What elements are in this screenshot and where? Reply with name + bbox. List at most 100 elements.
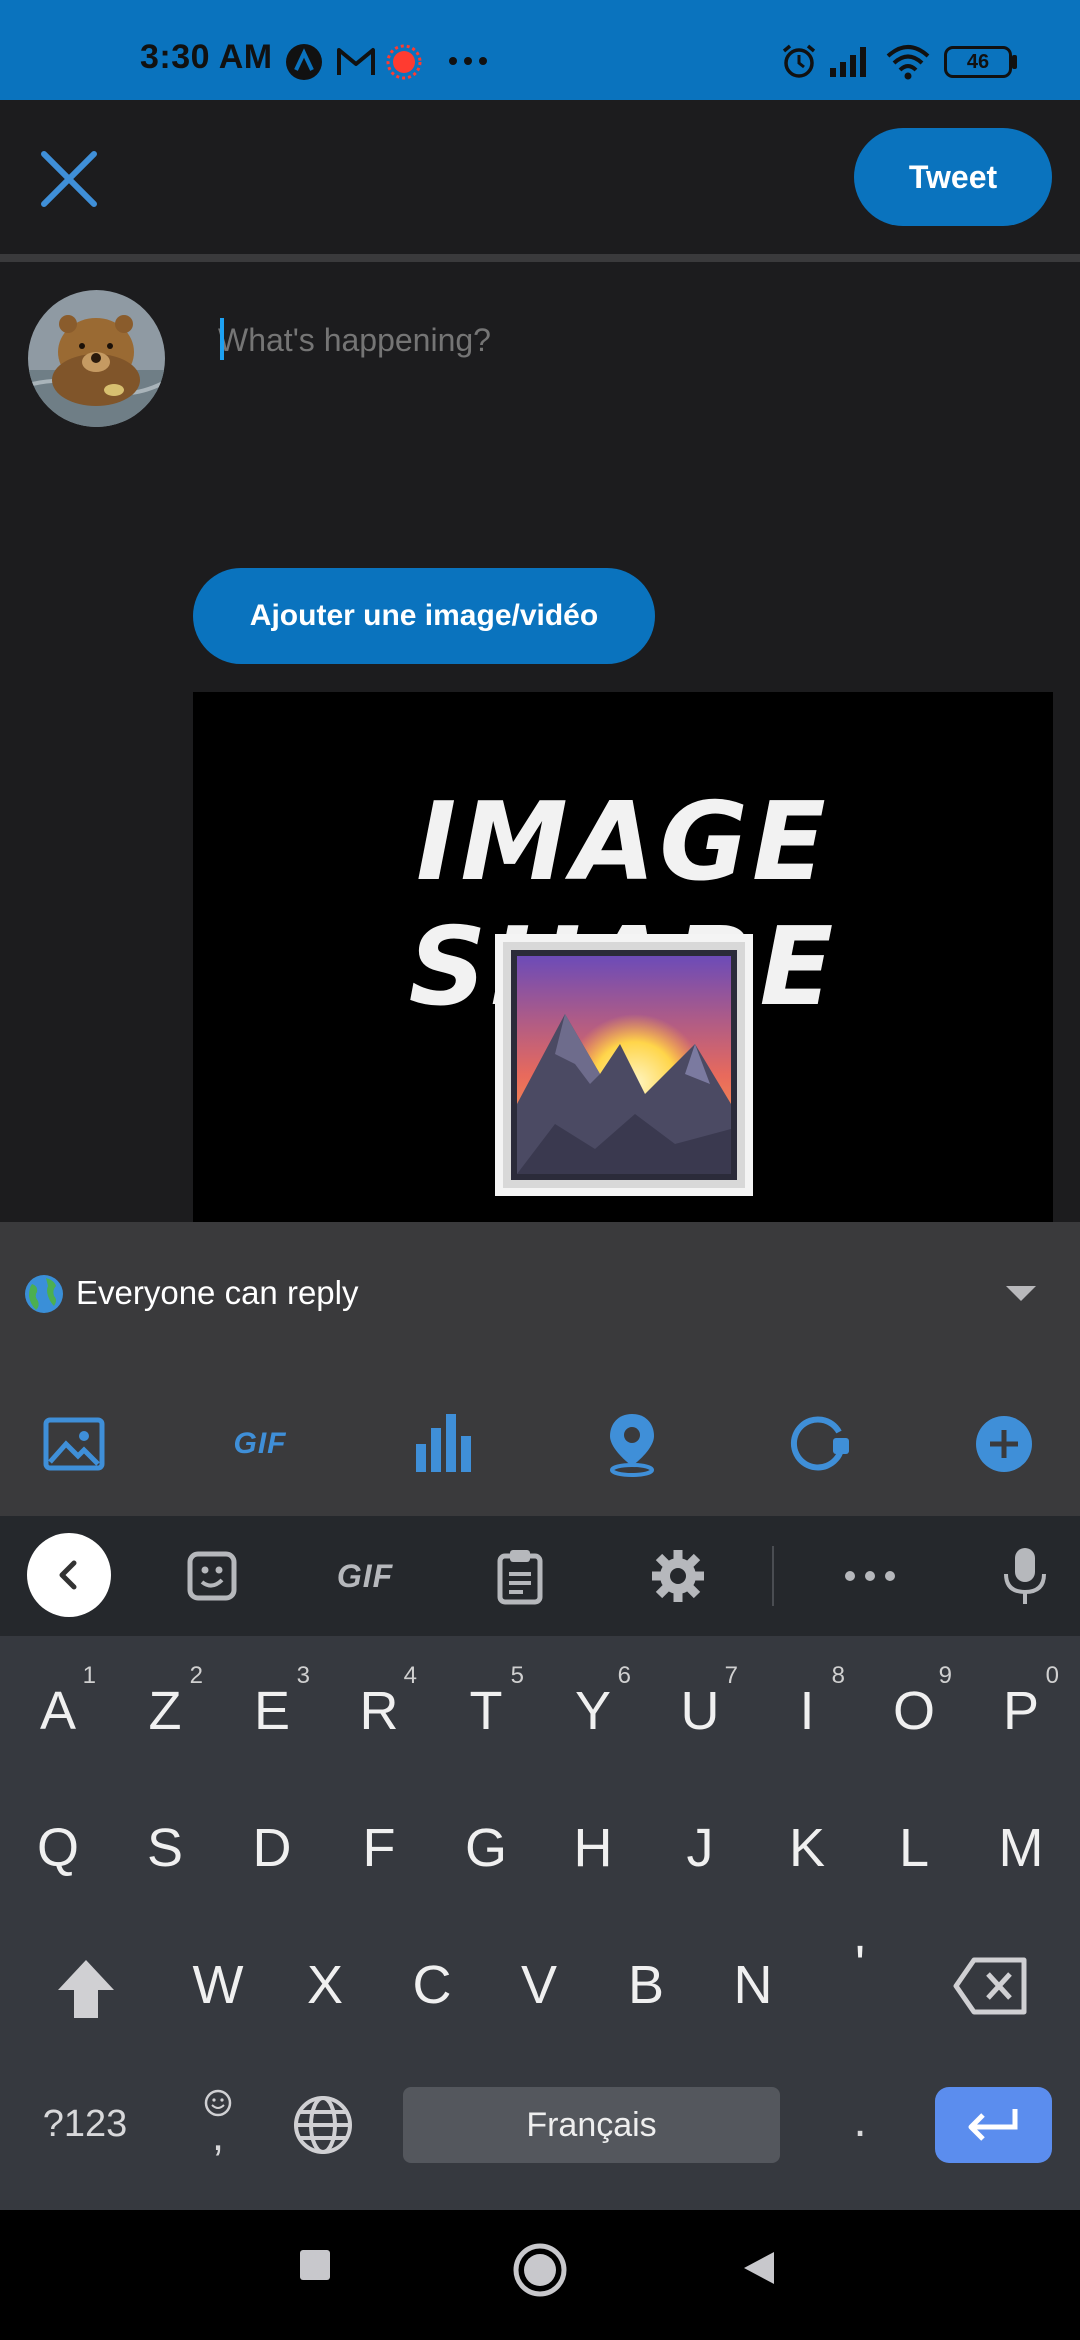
add-media-button[interactable]: Ajouter une image/vidéo [193, 568, 655, 664]
back-triangle-icon[interactable] [740, 2248, 780, 2288]
image-icon[interactable] [40, 1410, 108, 1478]
back-icon[interactable] [27, 1533, 111, 1617]
enter-key[interactable] [935, 2087, 1052, 2163]
key-label: R [359, 1681, 399, 1741]
settings-icon[interactable] [648, 1546, 708, 1606]
clipboard-icon[interactable] [490, 1546, 550, 1606]
key-i[interactable]: I8 [757, 1656, 857, 1766]
key-hint: 7 [724, 1662, 738, 1689]
key-w[interactable]: W [168, 1930, 268, 2040]
tweet-text-input[interactable] [218, 315, 1038, 365]
battery-icon: 46 [944, 46, 1012, 78]
gmail-icon [337, 48, 375, 75]
key-hint: 5 [510, 1662, 524, 1689]
key-v[interactable]: V [489, 1930, 589, 2040]
alarm-icon [782, 44, 816, 78]
key-u[interactable]: U7 [650, 1656, 750, 1766]
symbols-key[interactable]: ?123 [20, 2086, 150, 2162]
globe-icon [25, 1275, 63, 1313]
keyboard: A1 Z2 E3 R4 T5 Y6 U7 I8 O9 P0 Q S D F G … [0, 1636, 1080, 2210]
backspace-icon[interactable] [952, 1954, 1030, 2018]
reply-settings-bar[interactable]: Everyone can reply [0, 1222, 1080, 1372]
compose-toolbar: GIF [0, 1372, 1080, 1516]
key-hint: 0 [1045, 1662, 1059, 1689]
reply-setting-label: Everyone can reply [76, 1274, 359, 1311]
key-label: P [1002, 1681, 1040, 1741]
key-label: T [469, 1681, 503, 1741]
key-k[interactable]: K [757, 1793, 857, 1903]
status-time: 3:30 AM [140, 38, 273, 76]
tweet-button[interactable]: Tweet [854, 128, 1052, 226]
sticker-icon[interactable] [182, 1546, 242, 1606]
space-key[interactable]: Français [403, 2087, 780, 2163]
close-icon[interactable] [38, 148, 100, 210]
app-a-icon [286, 44, 322, 80]
comma-label: , [211, 2111, 225, 2160]
key-z[interactable]: Z2 [115, 1656, 215, 1766]
gif-icon[interactable]: GIF [226, 1410, 294, 1478]
add-icon[interactable] [970, 1410, 1038, 1478]
key-m[interactable]: M [971, 1793, 1071, 1903]
key-r[interactable]: R4 [329, 1656, 429, 1766]
key-a[interactable]: A1 [8, 1656, 108, 1766]
key-g[interactable]: G [436, 1793, 536, 1903]
wifi-icon [886, 45, 930, 80]
key-label: E [253, 1681, 291, 1741]
key-b[interactable]: B [596, 1930, 696, 2040]
key-hint: 1 [82, 1662, 96, 1689]
more-icon[interactable] [842, 1546, 898, 1606]
key-hint: 9 [938, 1662, 952, 1689]
key-q[interactable]: Q [8, 1793, 108, 1903]
keyboard-gif-icon[interactable]: GIF [328, 1546, 402, 1606]
key-label: A [39, 1681, 77, 1741]
bear-photo [28, 290, 165, 427]
attached-media[interactable]: IMAGE SHARE [193, 692, 1053, 1222]
key-d[interactable]: D [222, 1793, 322, 1903]
key-p[interactable]: P0 [971, 1656, 1071, 1766]
emoji-comma-key[interactable]: , [180, 2076, 256, 2166]
key-h[interactable]: H [543, 1793, 643, 1903]
key-e[interactable]: E3 [222, 1656, 322, 1766]
chevron-down-icon[interactable] [1006, 1286, 1036, 1301]
chevron-left-icon [59, 1560, 77, 1590]
recents-icon[interactable] [298, 2248, 332, 2282]
keyboard-toolbar: GIF [0, 1516, 1080, 1636]
avatar[interactable] [28, 290, 165, 427]
poll-icon[interactable] [410, 1410, 478, 1478]
key-hint: 8 [831, 1662, 845, 1689]
key-hint: 2 [189, 1662, 203, 1689]
signal-icon [830, 47, 866, 77]
gif-label: GIF [233, 1427, 287, 1460]
navigation-bar [0, 2210, 1080, 2340]
microphone-icon[interactable] [1000, 1546, 1050, 1606]
battery-tip [1012, 55, 1017, 69]
text-caret [220, 318, 224, 360]
key-label: Z [148, 1681, 182, 1741]
key-apostrophe[interactable]: ' [810, 1910, 910, 2020]
battery-level: 46 [966, 50, 990, 73]
more-dots-icon [449, 57, 487, 65]
key-label: Y [574, 1681, 612, 1741]
key-n[interactable]: N [703, 1930, 803, 2040]
key-j[interactable]: J [650, 1793, 750, 1903]
key-f[interactable]: F [329, 1793, 429, 1903]
key-l[interactable]: L [864, 1793, 964, 1903]
key-t[interactable]: T5 [436, 1656, 536, 1766]
language-globe-icon[interactable] [290, 2092, 356, 2158]
key-x[interactable]: X [275, 1930, 375, 2040]
enter-icon [968, 2109, 1017, 2141]
key-s[interactable]: S [115, 1793, 215, 1903]
key-y[interactable]: Y6 [543, 1656, 643, 1766]
record-icon [386, 44, 422, 80]
key-hint: 3 [296, 1662, 310, 1689]
home-icon[interactable] [512, 2242, 568, 2298]
shift-icon[interactable] [48, 1952, 124, 2028]
key-c[interactable]: C [382, 1930, 482, 2040]
key-o[interactable]: O9 [864, 1656, 964, 1766]
key-hint: 4 [403, 1662, 417, 1689]
sunrise-over-mountains-icon [495, 934, 753, 1196]
schedule-icon[interactable] [785, 1410, 853, 1478]
location-icon[interactable] [598, 1410, 666, 1478]
header-divider [0, 254, 1080, 262]
period-key[interactable]: . [820, 2082, 900, 2158]
